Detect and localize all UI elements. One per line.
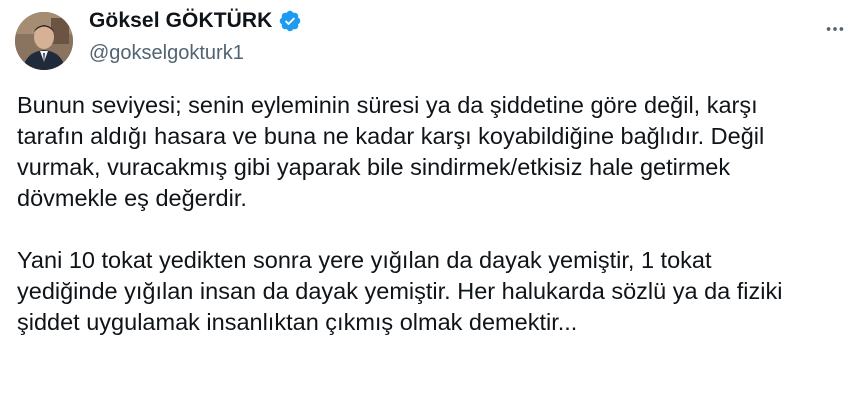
more-options-button[interactable] <box>818 12 852 46</box>
tweet-text: Bunun seviyesi; senin eyleminin süresi y… <box>17 90 857 338</box>
author-identity: Göksel GÖKTÜRK @gokselgokturk1 <box>89 8 302 65</box>
avatar-image <box>15 12 73 70</box>
author-name-row: Göksel GÖKTÜRK <box>89 8 302 34</box>
author-display-name[interactable]: Göksel GÖKTÜRK <box>89 9 272 33</box>
more-horizontal-icon <box>826 27 844 31</box>
tweet-card: Göksel GÖKTÜRK @gokselgokturk1 Bunun sev… <box>0 0 866 408</box>
verified-badge-icon <box>278 9 302 33</box>
avatar[interactable] <box>15 12 73 70</box>
tweet-paragraph: Yani 10 tokat yedikten sonra yere yığıla… <box>17 247 783 335</box>
tweet-paragraph: Bunun seviyesi; senin eyleminin süresi y… <box>17 92 765 211</box>
author-handle[interactable]: @gokselgokturk1 <box>89 42 302 65</box>
